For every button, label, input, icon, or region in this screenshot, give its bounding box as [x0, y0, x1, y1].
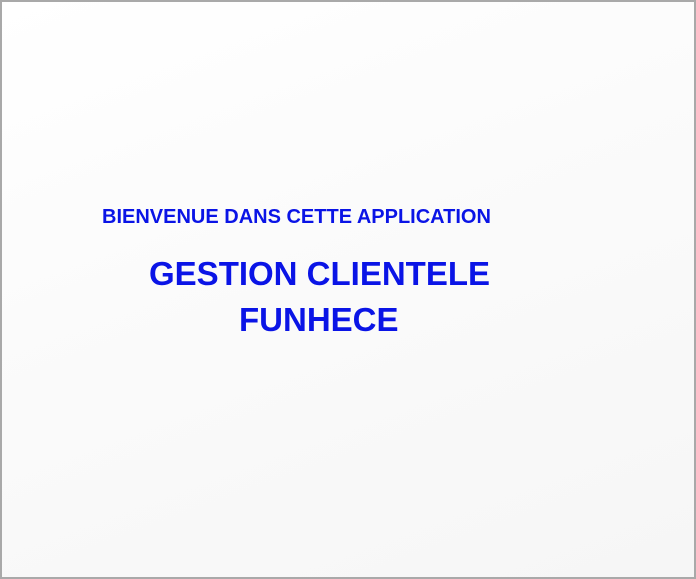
- app-title-line-1: GESTION CLIENTELE: [149, 255, 491, 292]
- welcome-message: BIENVENUE DANS CETTE APPLICATION: [102, 206, 491, 228]
- welcome-window: BIENVENUE DANS CETTE APPLICATION GESTION…: [0, 0, 696, 579]
- app-title-line-2: FUNHECE: [239, 301, 399, 338]
